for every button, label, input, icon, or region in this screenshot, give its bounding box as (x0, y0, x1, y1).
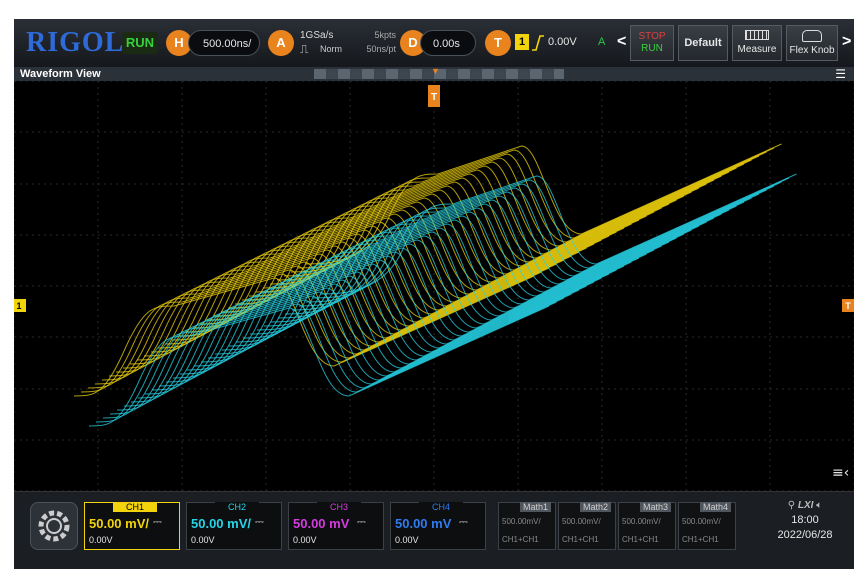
math2-scale: 500.00mV/ (562, 517, 601, 526)
ch4-label: CH4 (419, 502, 463, 512)
stop-label: STOP (638, 31, 666, 42)
stop-run-button[interactable]: STOP RUN (630, 25, 674, 61)
flex-knob-button[interactable]: Flex Knob (786, 25, 838, 61)
pulse-icon: ⎍ (300, 42, 309, 56)
dc-coupling-icon: ⎓ (459, 516, 468, 528)
memory-marker-icon: ▼ (431, 66, 440, 76)
ch1-offset: 0.00V (89, 535, 113, 545)
clock-date: 2022/06/28 (777, 529, 833, 541)
trigger-level-value[interactable]: 0.00V (548, 36, 577, 48)
math4-expression: CH1+CH1 (682, 535, 719, 544)
measure-button[interactable]: Measure (732, 25, 782, 61)
status-panel: ⚲ LXI 🔈︎ 18:00 2022/06/28 (762, 500, 848, 554)
math4-panel[interactable]: Math4 500.00mV/ CH1+CH1 (678, 502, 736, 550)
ch1-scale: 50.00 mV/ (89, 516, 149, 531)
run-status-badge[interactable]: RUN (122, 32, 158, 54)
ch2-trace (95, 301, 557, 423)
ch3-label: CH3 (317, 502, 361, 512)
waveform-area[interactable]: T 1 T ≡‹ (14, 81, 854, 491)
math4-label: Math4 (699, 502, 731, 512)
top-toolbar: RIGOL RUN H 500.00ns/ A 1GSa/s 5kpts ⎍ N… (14, 19, 854, 68)
trigger-level-label: T (845, 301, 851, 311)
scroll-left-icon[interactable]: < (617, 33, 626, 51)
usb-icon: ⚲ (787, 500, 796, 511)
trigger-icon[interactable]: T (485, 30, 511, 56)
dc-coupling-icon: ⎓ (357, 516, 366, 528)
oscilloscope-screen: RIGOL RUN H 500.00ns/ A 1GSa/s 5kpts ⎍ N… (14, 19, 854, 569)
ch1-panel[interactable]: CH1 50.00 mV/ ⎓ 0.00V (84, 502, 180, 550)
ch4-offset: 0.00V (395, 535, 419, 545)
math4-scale: 500.00mV/ (682, 517, 721, 526)
delay-display[interactable]: 0.00s (420, 30, 476, 56)
ch2-trace (144, 273, 610, 395)
math1-expression: CH1+CH1 (502, 535, 539, 544)
trigger-position-label: T (431, 92, 437, 103)
sample-rate: 1GSa/s (300, 30, 334, 41)
acquire-mode: Norm (320, 44, 342, 54)
time-per-point: 50ns/pt (366, 44, 396, 54)
ch2-scale: 50.00 mV/ (191, 516, 251, 531)
math2-label: Math2 (579, 502, 611, 512)
acquire-icon[interactable]: A (268, 30, 294, 56)
math3-label: Math3 (639, 502, 671, 512)
math3-scale: 500.00mV/ (622, 517, 661, 526)
timebase-display[interactable]: 500.00ns/ (188, 30, 260, 56)
memory-depth: 5kpts (374, 30, 396, 40)
lxi-icon: LXI (797, 500, 814, 511)
ch2-trace (116, 289, 580, 411)
measure-label: Measure (737, 44, 777, 55)
ch1-level-label: 1 (16, 301, 21, 311)
status-icons: ⚲ LXI 🔈︎ (762, 500, 848, 511)
speaker-icon[interactable]: 🔈︎ (816, 500, 822, 511)
math1-label: Math1 (519, 502, 551, 512)
math2-panel[interactable]: Math2 500.00mV/ CH1+CH1 (558, 502, 616, 550)
collapse-panel-icon[interactable]: ≡‹ (832, 465, 849, 481)
waveform-view-header: Waveform View ▼ ☰ (14, 66, 854, 81)
ch2-label: CH2 (215, 502, 259, 512)
ch1-label: CH1 (113, 502, 157, 512)
ch3-offset: 0.00V (293, 535, 317, 545)
trigger-status: A (598, 36, 606, 48)
run-label: RUN (641, 43, 663, 54)
ch2-offset: 0.00V (191, 535, 215, 545)
settings-gear-icon[interactable] (30, 502, 78, 550)
default-button[interactable]: Default (678, 25, 728, 61)
dc-coupling-icon: ⎓ (153, 516, 162, 528)
flex-knob-label: Flex Knob (789, 45, 835, 56)
clock-time: 18:00 (791, 514, 819, 526)
ch3-panel[interactable]: CH3 50.00 mV ⎓ 0.00V (288, 502, 384, 550)
math2-expression: CH1+CH1 (562, 535, 599, 544)
trigger-source-badge: 1 (515, 34, 529, 50)
math1-panel[interactable]: Math1 500.00mV/ CH1+CH1 (498, 502, 556, 550)
knob-icon (802, 30, 822, 42)
dc-coupling-icon: ⎓ (255, 516, 264, 528)
ch2-trace (123, 285, 587, 407)
scroll-right-icon[interactable]: > (842, 33, 851, 51)
ch2-panel[interactable]: CH2 50.00 mV/ ⎓ 0.00V (186, 502, 282, 550)
ch2-trace (102, 297, 565, 419)
math3-panel[interactable]: Math3 500.00mV/ CH1+CH1 (618, 502, 676, 550)
acquire-panel[interactable]: 1GSa/s 5kpts ⎍ Norm 50ns/pt (298, 29, 398, 57)
brand-logo: RIGOL (26, 27, 125, 58)
trigger-level-marker[interactable]: T (842, 299, 854, 312)
ch2-trace (137, 277, 602, 399)
waveform-view-title: Waveform View (20, 68, 101, 80)
ch1-level-marker[interactable]: 1 (14, 299, 26, 312)
ch3-scale: 50.00 mV (293, 516, 350, 531)
ch4-panel[interactable]: CH4 50.00 mV ⎓ 0.00V (390, 502, 486, 550)
math1-scale: 500.00mV/ (502, 517, 541, 526)
ruler-icon (745, 30, 769, 40)
math3-expression: CH1+CH1 (622, 535, 659, 544)
trigger-position-marker[interactable]: T (428, 85, 440, 107)
ch4-scale: 50.00 mV (395, 516, 452, 531)
channel-bar: CH1 50.00 mV/ ⎓ 0.00V CH2 50.00 mV/ ⎓ 0.… (14, 491, 854, 569)
menu-icon[interactable]: ☰ (835, 67, 846, 81)
rising-edge-icon (532, 35, 544, 51)
